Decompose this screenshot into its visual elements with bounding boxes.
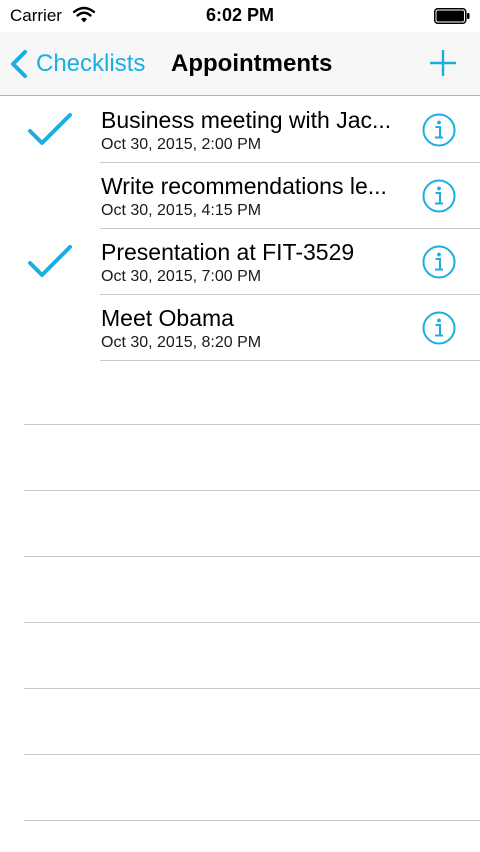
item-title: Presentation at FIT-3529 (101, 239, 355, 265)
status-bar: Carrier 6:02 PM (0, 0, 480, 32)
list-item[interactable]: Write recommendations le... Oct 30, 2015… (0, 163, 480, 229)
empty-row (0, 359, 480, 425)
info-icon[interactable] (422, 179, 456, 213)
item-title: Business meeting with Jac... (101, 107, 392, 133)
item-date: Oct 30, 2015, 4:15 PM (101, 202, 262, 219)
back-button[interactable]: Checklists (8, 32, 145, 96)
chevron-left-icon (11, 50, 27, 78)
list-item[interactable]: Meet Obama Oct 30, 2015, 8:20 PM (0, 295, 480, 361)
item-title: Meet Obama (101, 305, 234, 331)
item-date: Oct 30, 2015, 7:00 PM (101, 268, 262, 285)
page-title: Appointments (171, 50, 333, 77)
add-icon[interactable] (428, 48, 458, 78)
info-icon[interactable] (422, 311, 456, 345)
empty-row (0, 755, 480, 821)
empty-row (0, 557, 480, 623)
checkmark-icon (28, 113, 72, 145)
empty-table-area (0, 359, 480, 821)
item-title: Write recommendations le... (101, 173, 387, 199)
navigation-bar: Checklists Appointments (0, 32, 480, 96)
status-time: 6:02 PM (205, 5, 275, 25)
item-date: Oct 30, 2015, 8:20 PM (101, 334, 262, 351)
empty-row (0, 689, 480, 755)
empty-row (0, 425, 480, 491)
info-icon[interactable] (422, 113, 456, 147)
checkmark-icon (28, 245, 72, 277)
battery-icon (434, 8, 470, 24)
back-label: Checklists (36, 50, 146, 77)
list-item[interactable]: Presentation at FIT-3529 Oct 30, 2015, 7… (0, 229, 480, 295)
list-item[interactable]: Business meeting with Jac... Oct 30, 201… (0, 97, 480, 163)
row-separator (24, 820, 480, 821)
item-date: Oct 30, 2015, 2:00 PM (101, 136, 262, 153)
info-icon[interactable] (422, 245, 456, 279)
empty-row (0, 491, 480, 557)
empty-row (0, 623, 480, 689)
checklist-items: Business meeting with Jac... Oct 30, 201… (0, 97, 480, 361)
